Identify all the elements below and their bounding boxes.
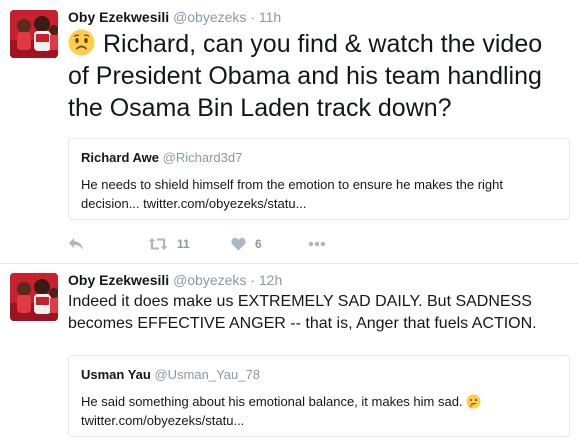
retweet-button[interactable]: 11 — [148, 234, 190, 254]
quoted-author-handle: @Richard3d7 — [162, 150, 243, 165]
avatar[interactable] — [10, 273, 58, 321]
timestamp[interactable]: 11h — [259, 9, 281, 25]
tweet[interactable]: Oby Ezekwesili @obyezeks · 11h Richard, … — [0, 0, 578, 263]
tweet-actions: 11 6 — [68, 234, 368, 254]
author-handle[interactable]: @obyezeks — [173, 9, 246, 25]
heart-icon — [231, 237, 246, 251]
quoted-author-handle: @Usman_Yau_78 — [154, 367, 260, 382]
more-icon — [308, 241, 326, 247]
quoted-text: He said something about his emotional ba… — [81, 392, 557, 430]
tweet-header: Oby Ezekwesili @obyezeks · 12h — [68, 271, 282, 289]
quoted-header: Richard Awe @Richard3d7 — [81, 149, 557, 167]
tweet-header: Oby Ezekwesili @obyezeks · 11h — [68, 8, 281, 26]
like-button[interactable]: 6 — [231, 234, 262, 254]
tweet[interactable]: Oby Ezekwesili @obyezeks · 12h Indeed it… — [0, 263, 578, 442]
author-name[interactable]: Oby Ezekwesili — [68, 9, 169, 25]
separator: · — [250, 272, 255, 288]
quoted-author-name: Richard Awe — [81, 150, 160, 165]
quoted-link[interactable]: twitter.com/obyezeks/statu... — [81, 413, 244, 428]
quoted-tweet[interactable]: Usman Yau @Usman_Yau_78 He said somethin… — [68, 355, 570, 437]
avatar[interactable] — [10, 10, 58, 58]
retweet-count: 11 — [177, 237, 190, 251]
reply-icon — [69, 238, 83, 250]
thinking-face-emoji-icon — [466, 394, 481, 409]
quoted-text-content: He said something about his emotional ba… — [81, 394, 463, 409]
like-count: 6 — [255, 237, 262, 251]
reply-button[interactable] — [68, 234, 84, 254]
profile-photo-icon — [10, 273, 58, 321]
tweet-text: Richard, can you find & watch the video … — [68, 28, 568, 124]
retweet-icon — [148, 238, 168, 250]
author-handle[interactable]: @obyezeks — [173, 272, 246, 288]
profile-photo-icon — [10, 10, 58, 58]
quoted-tweet[interactable]: Richard Awe @Richard3d7 He needs to shie… — [68, 138, 570, 220]
separator: · — [250, 9, 255, 25]
quoted-text: He needs to shield himself from the emot… — [81, 177, 503, 211]
timestamp[interactable]: 12h — [259, 272, 282, 288]
quoted-header: Usman Yau @Usman_Yau_78 — [81, 366, 557, 384]
author-name[interactable]: Oby Ezekwesili — [68, 272, 169, 288]
quoted-author-name: Usman Yau — [81, 367, 151, 382]
tweet-text-content: Richard, can you find & watch the video … — [68, 30, 543, 122]
tweet-text: Indeed it does make us EXTREMELY SAD DAI… — [68, 293, 537, 332]
worried-face-emoji-icon — [68, 29, 95, 56]
more-button[interactable] — [308, 234, 326, 254]
